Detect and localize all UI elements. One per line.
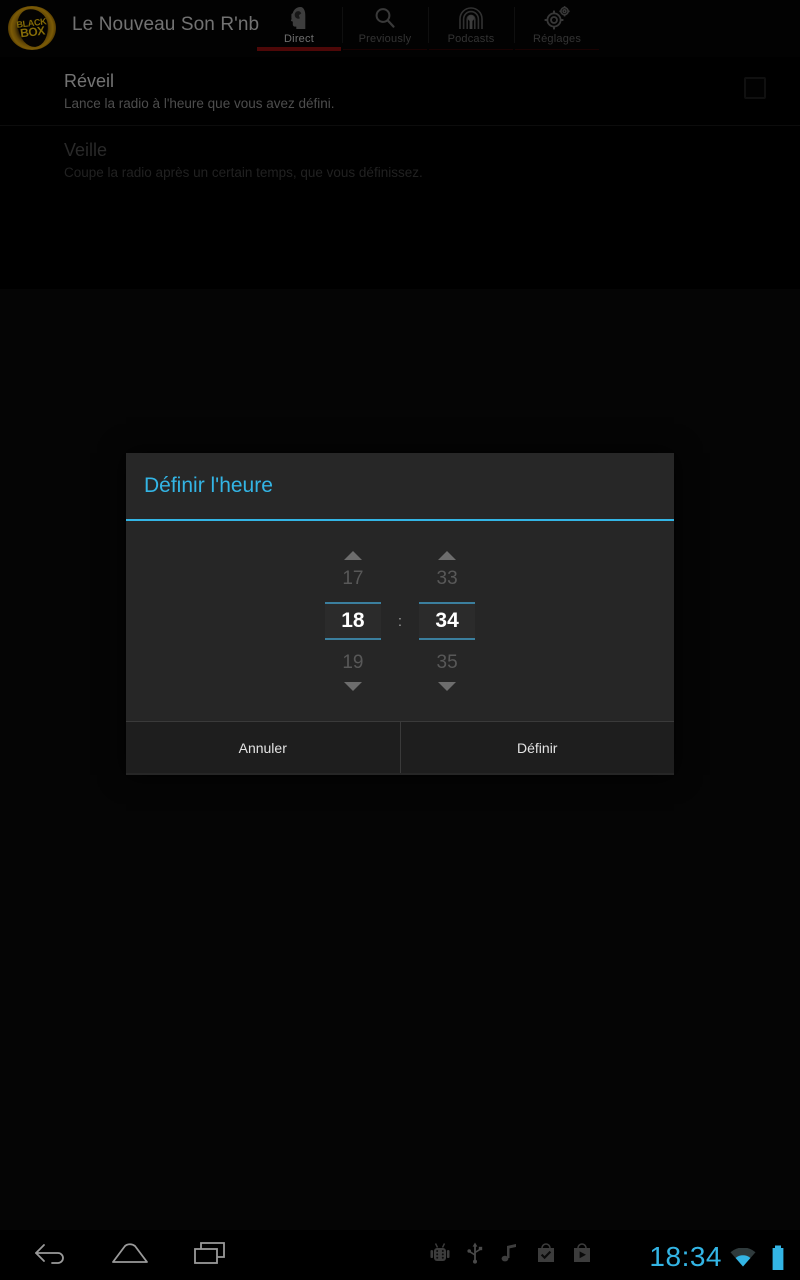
minute-previous-value[interactable]: 33 — [437, 563, 458, 595]
recents-icon — [193, 1241, 227, 1270]
device-screen: BLACK BOX Le Nouveau Son R'nb Direct Pre… — [0, 0, 800, 1280]
hour-increment-icon[interactable] — [343, 551, 362, 560]
picker-row: 17 18 19 : 33 34 35 — [324, 548, 476, 694]
play-store-installed-icon — [536, 1242, 556, 1269]
system-navigation-bar: 18:34 — [0, 1230, 800, 1280]
minute-selected-wrap[interactable]: 34 — [419, 602, 476, 640]
hour-selected-value[interactable]: 18 — [325, 604, 381, 638]
navigation-buttons — [10, 1230, 250, 1280]
minute-increment-icon[interactable] — [438, 551, 457, 560]
recents-button[interactable] — [170, 1230, 250, 1280]
time-picker: 17 18 19 : 33 34 35 — [126, 521, 674, 721]
music-note-icon — [500, 1242, 520, 1269]
minute-selected-value[interactable]: 34 — [419, 604, 475, 638]
dialog-title: Définir l'heure — [144, 474, 273, 497]
hour-next-value[interactable]: 19 — [342, 647, 363, 679]
minute-next-value[interactable]: 35 — [437, 647, 458, 679]
confirm-button[interactable]: Définir — [399, 722, 674, 773]
minute-decrement-icon[interactable] — [438, 682, 457, 691]
android-debug-icon — [430, 1242, 450, 1269]
hour-previous-value[interactable]: 17 — [342, 563, 363, 595]
back-button[interactable] — [10, 1230, 90, 1280]
set-time-dialog: Définir l'heure 17 18 19 : 33 34 35 Annu… — [126, 453, 674, 775]
status-clock: 18:34 — [649, 1241, 722, 1272]
hour-selected-wrap[interactable]: 18 — [324, 602, 381, 640]
home-icon — [111, 1242, 149, 1269]
play-store-icon — [572, 1242, 592, 1269]
minute-picker[interactable]: 33 34 35 — [419, 548, 476, 694]
status-icons — [430, 1230, 592, 1280]
dialog-buttons: Annuler Définir — [126, 721, 674, 773]
dialog-title-bar: Définir l'heure — [126, 453, 674, 521]
back-icon — [33, 1242, 67, 1269]
cancel-button[interactable]: Annuler — [126, 722, 400, 773]
time-separator: : — [397, 612, 403, 630]
hour-picker[interactable]: 17 18 19 — [324, 548, 381, 694]
hour-decrement-icon[interactable] — [343, 682, 362, 691]
home-button[interactable] — [90, 1230, 170, 1280]
usb-icon — [466, 1242, 484, 1269]
wifi-icon — [730, 1247, 756, 1273]
battery-full-icon — [770, 1245, 786, 1276]
